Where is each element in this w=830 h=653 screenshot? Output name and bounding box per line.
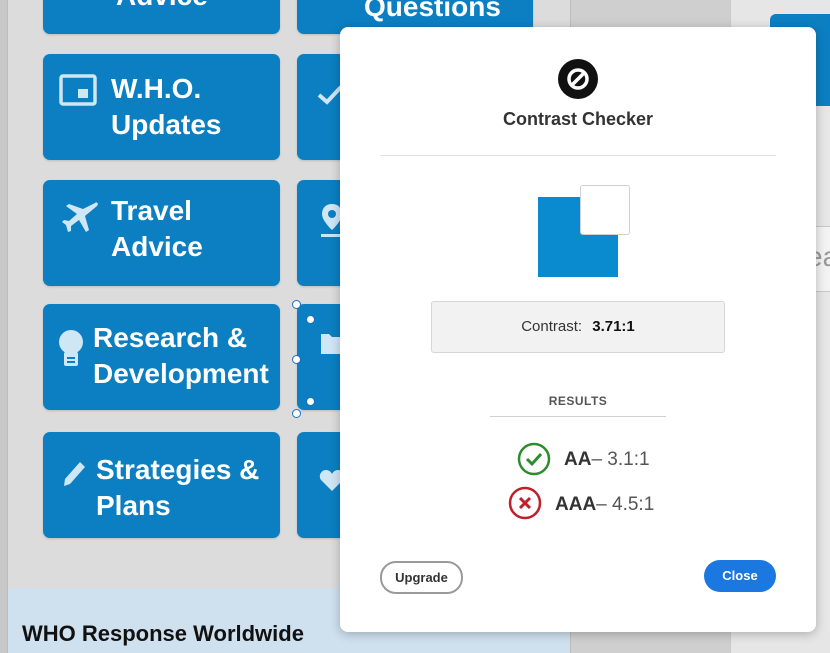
result-level: AAA [555, 494, 597, 515]
contrast-ratio-box: Contrast: 3.71:1 [431, 301, 725, 353]
selection-handle[interactable] [306, 315, 315, 324]
result-row-aaa: AAA– 4.5:1 [555, 494, 654, 516]
pass-check-icon [517, 442, 551, 476]
result-level: AA [564, 449, 592, 470]
close-button[interactable]: Close [704, 560, 776, 592]
result-requirement: – 3.1:1 [591, 449, 650, 470]
tile-label: Strategies & Plans [96, 454, 260, 521]
fail-x-icon [508, 486, 542, 520]
dialog-title: Contrast Checker [502, 109, 654, 129]
tile-advice[interactable]: Advice [43, 0, 280, 34]
selection-handle[interactable] [292, 300, 301, 309]
tile-label: Questions [364, 0, 501, 22]
tile-who-updates[interactable]: W.H.O. Updates [43, 54, 280, 160]
result-requirement: – 4.5:1 [596, 494, 655, 515]
contrast-checker-dialog: Contrast Checker Contrast: 3.71:1 RESULT… [340, 27, 816, 632]
pencil-icon [60, 458, 88, 493]
canvas-left-edge [0, 0, 8, 653]
tile-label: Travel Advice [111, 195, 203, 262]
tile-label: Research & Development [93, 322, 269, 389]
result-row-aa: AA– 3.1:1 [564, 449, 650, 471]
tile-label: Advice [116, 0, 208, 14]
tile-strategies-plans[interactable]: Strategies & Plans [43, 432, 280, 538]
results-divider [490, 416, 666, 417]
airplane-icon [61, 200, 99, 239]
results-heading: RESULTS [548, 394, 608, 408]
lightbulb-icon [57, 328, 85, 375]
divider [380, 155, 776, 156]
selection-handle[interactable] [306, 397, 315, 406]
tile-label: W.H.O. Updates [111, 73, 222, 140]
section-title: WHO Response Worldwide [22, 621, 304, 646]
upgrade-button[interactable]: Upgrade [380, 561, 463, 594]
contrast-value: 3.71:1 [592, 318, 635, 335]
selection-handle[interactable] [292, 409, 301, 418]
contrast-logo-icon [558, 59, 598, 99]
selection-handle[interactable] [292, 355, 301, 364]
foreground-color-swatch[interactable] [580, 185, 630, 235]
contrast-label: Contrast: [521, 318, 583, 335]
tile-travel-advice[interactable]: Travel Advice [43, 180, 280, 286]
slideshow-icon [59, 74, 97, 111]
tile-research-development[interactable]: Research & Development [43, 304, 280, 410]
